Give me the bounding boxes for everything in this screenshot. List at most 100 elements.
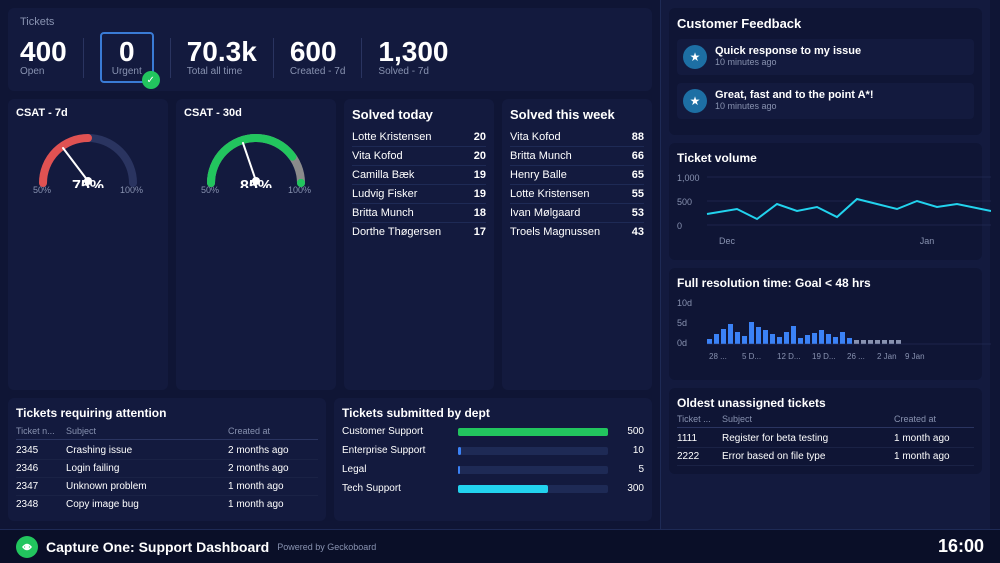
feedback-icon: ★: [683, 45, 707, 69]
ticket-created: 2 months ago: [228, 463, 318, 474]
header-stats: 400 Open 0 Urgent ✓ 70.3k Total all time: [20, 32, 640, 83]
stat-solved-label: Solved - 7d: [378, 66, 448, 77]
csat-7d-card: CSAT - 7d 75%: [8, 99, 168, 390]
dept-bar-container: [458, 466, 608, 474]
feedback-item: ★ Great, fast and to the point A*! 10 mi…: [677, 83, 974, 119]
solved-name: Lotte Kristensen: [352, 131, 432, 143]
solved-name: Camilla Bæk: [352, 169, 414, 181]
dept-bar: [458, 428, 608, 436]
stat-open: 400 Open: [20, 38, 67, 77]
dept-label: Legal: [342, 464, 452, 475]
stat-urgent-label: Urgent: [112, 66, 142, 77]
solved-name: Britta Munch: [510, 150, 572, 162]
dept-label: Customer Support: [342, 426, 452, 437]
solved-name: Ivan Mølgaard: [510, 207, 580, 219]
solved-week-card: Solved this week Vita Kofod88Britta Munc…: [502, 99, 652, 390]
dept-bar-container: [458, 447, 608, 455]
header-title: Tickets: [20, 16, 640, 28]
dept-value: 500: [614, 426, 644, 437]
list-item: Legal 5: [342, 464, 644, 475]
solved-value: 65: [632, 169, 644, 181]
svg-text:19 D...: 19 D...: [812, 352, 836, 361]
attention-col-created: Created at: [228, 426, 318, 436]
oldest-rows: 1111Register for beta testing1 month ago…: [677, 430, 974, 466]
list-item: Dorthe Thøgersen17: [352, 223, 486, 241]
solved-name: Vita Kofod: [352, 150, 403, 162]
feedback-content: Quick response to my issue 10 minutes ag…: [715, 45, 861, 67]
attention-table-header: Ticket n... Subject Created at: [16, 426, 318, 440]
list-item: Britta Munch 66: [510, 147, 644, 166]
ticket-created: 1 month ago: [894, 433, 974, 444]
svg-text:Dec: Dec: [719, 236, 736, 246]
divider: [83, 38, 84, 78]
svg-text:5d: 5d: [677, 318, 687, 328]
attention-col-subject: Subject: [66, 426, 228, 436]
divider3: [273, 38, 274, 78]
oldest-card: Oldest unassigned tickets Ticket ... Sub…: [669, 388, 982, 474]
table-row: 2345Crashing issue2 months ago: [16, 442, 318, 460]
list-item: Vita Kofod 20: [352, 147, 486, 166]
solved-value: 19: [474, 169, 486, 181]
csat-30d-gauge: 85%: [201, 123, 311, 183]
solved-value: 43: [632, 226, 644, 238]
stat-open-value: 400: [20, 38, 67, 66]
feedback-title: Customer Feedback: [677, 16, 974, 31]
ticket-volume-chart: 1,000 500 0 Dec Jan: [677, 169, 991, 249]
solved-value: 20: [474, 150, 486, 162]
ticket-subject: Unknown problem: [66, 481, 228, 492]
ticket-created: 1 month ago: [228, 499, 318, 510]
list-item: Tech Support 300: [342, 483, 644, 494]
solved-value: 18: [474, 207, 486, 219]
dept-value: 5: [614, 464, 644, 475]
table-row: 1111Register for beta testing1 month ago: [677, 430, 974, 448]
csat-30d-card: CSAT - 30d 85% 50% 100%: [176, 99, 336, 390]
list-item: Troels Magnussen43: [510, 223, 644, 241]
right-panel: Customer Feedback ★ Quick response to my…: [660, 0, 990, 529]
solved-value: 19: [474, 188, 486, 200]
dept-bar-container: [458, 485, 608, 493]
ticket-created: 1 month ago: [228, 481, 318, 492]
list-item: Henry Balle65: [510, 166, 644, 185]
stat-open-label: Open: [20, 66, 67, 77]
header-section: Tickets 400 Open 0 Urgent ✓ 70.3k: [8, 8, 652, 91]
svg-text:0: 0: [677, 221, 682, 231]
ticket-id: 2222: [677, 451, 722, 462]
solved-value: 17: [474, 226, 486, 238]
dept-card: Tickets submitted by dept Customer Suppo…: [334, 398, 652, 521]
solved-name: Britta Munch: [352, 207, 414, 219]
list-item: Lotte Kristensen55: [510, 185, 644, 204]
solved-value: 20: [474, 131, 486, 143]
svg-text:500: 500: [677, 197, 692, 207]
attention-card: Tickets requiring attention Ticket n... …: [8, 398, 326, 521]
stat-total-label: Total all time: [187, 66, 257, 77]
frt-goal-card: Full resolution time: Goal < 48 hrs 10d …: [669, 268, 982, 380]
svg-text:26 ...: 26 ...: [847, 352, 865, 361]
ticket-id: 2347: [16, 481, 66, 492]
solved-value: 88: [632, 131, 644, 143]
stat-created-label: Created - 7d: [290, 66, 346, 77]
dept-bar-container: [458, 428, 608, 436]
list-item: Vita Kofod88: [510, 128, 644, 147]
table-row: 2222Error based on file type1 month ago: [677, 448, 974, 466]
ticket-subject: Copy image bug: [66, 499, 228, 510]
ticket-volume-card: Ticket volume 1,000 500 0 Dec Jan: [669, 143, 982, 260]
feedback-card: Customer Feedback ★ Quick response to my…: [669, 8, 982, 135]
feedback-time: 10 minutes ago: [715, 57, 861, 67]
ticket-volume-title: Ticket volume: [677, 151, 974, 165]
list-item: Enterprise Support 10: [342, 445, 644, 456]
middle-row: CSAT - 7d 75%: [8, 99, 652, 390]
solved-value: 66: [632, 150, 644, 162]
oldest-title: Oldest unassigned tickets: [677, 396, 974, 410]
svg-text:10d: 10d: [677, 298, 692, 308]
stat-urgent-value: 0: [119, 38, 135, 66]
footer-time: 16:00: [938, 536, 984, 557]
ticket-created: 2 months ago: [228, 445, 318, 456]
dept-bar: [458, 447, 461, 455]
svg-text:5 D...: 5 D...: [742, 352, 761, 361]
ticket-subject: Login failing: [66, 463, 228, 474]
feedback-text: Quick response to my issue: [715, 45, 861, 57]
dept-label: Tech Support: [342, 483, 452, 494]
oldest-col-subject: Subject: [722, 414, 894, 424]
ticket-subject: Error based on file type: [722, 451, 894, 462]
solved-today-card: Solved today Lotte Kristensen20Vita Kofo…: [344, 99, 494, 390]
